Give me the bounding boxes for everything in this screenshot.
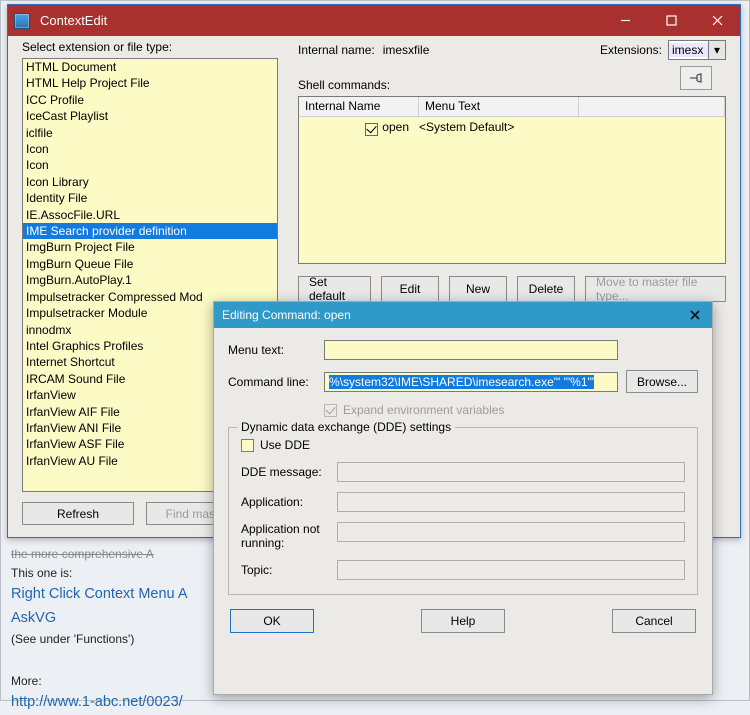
ok-button[interactable]: OK: [230, 609, 314, 633]
app-not-running-label: Application not running:: [241, 522, 337, 550]
topic-input[interactable]: [337, 560, 685, 580]
chevron-down-icon: ▾: [708, 41, 725, 59]
bg-link-1[interactable]: Right Click Context Menu A: [11, 586, 188, 602]
list-item[interactable]: IME Search provider definition: [23, 223, 277, 239]
dialog-close-button[interactable]: [686, 306, 704, 324]
dialog-titlebar[interactable]: Editing Command: open: [214, 302, 712, 328]
titlebar[interactable]: ContextEdit: [8, 5, 740, 36]
list-item[interactable]: Icon: [23, 157, 277, 173]
window-title: ContextEdit: [36, 13, 602, 28]
list-item[interactable]: ImgBurn.AutoPlay.1: [23, 272, 277, 288]
set-default-button[interactable]: Set default: [298, 276, 371, 302]
bg-link-2[interactable]: AskVG: [11, 610, 56, 626]
list-item[interactable]: ImgBurn Queue File: [23, 256, 277, 272]
table-row[interactable]: open <System Default>: [299, 117, 725, 135]
use-dde-checkbox[interactable]: [241, 439, 254, 452]
list-item[interactable]: HTML Help Project File: [23, 75, 277, 91]
editing-command-dialog: Editing Command: open Menu text: Command…: [213, 301, 713, 695]
list-item[interactable]: ICC Profile: [23, 92, 277, 108]
list-item[interactable]: ImgBurn Project File: [23, 239, 277, 255]
dde-message-label: DDE message:: [241, 465, 337, 479]
shell-commands-label: Shell commands:: [298, 78, 726, 92]
col-menu-text[interactable]: Menu Text: [419, 97, 579, 116]
list-item[interactable]: IceCast Playlist: [23, 108, 277, 124]
list-item[interactable]: iclfile: [23, 125, 277, 141]
extensions-select[interactable]: imesx ▾: [668, 40, 726, 60]
dde-groupbox: Dynamic data exchange (DDE) settings Use…: [228, 427, 698, 595]
close-button[interactable]: [694, 5, 740, 36]
command-line-label: Command line:: [228, 375, 324, 389]
list-item[interactable]: Icon Library: [23, 174, 277, 190]
dialog-title: Editing Command: open: [222, 308, 686, 322]
list-item[interactable]: Identity File: [23, 190, 277, 206]
menu-text-label: Menu text:: [228, 343, 324, 357]
expand-env-label: Expand environment variables: [343, 403, 504, 417]
application-input[interactable]: [337, 492, 685, 512]
maximize-button[interactable]: [648, 5, 694, 36]
expand-env-checkbox: [324, 404, 337, 417]
minimize-button[interactable]: [602, 5, 648, 36]
pushpin-button[interactable]: [680, 66, 712, 90]
row-menu-text: <System Default>: [419, 120, 579, 135]
refresh-button[interactable]: Refresh: [22, 502, 134, 525]
move-to-master-button[interactable]: Move to master file type...: [585, 276, 726, 302]
row-checkbox[interactable]: [365, 123, 378, 136]
dde-group-title: Dynamic data exchange (DDE) settings: [237, 420, 455, 434]
cancel-button[interactable]: Cancel: [612, 609, 696, 633]
edit-button[interactable]: Edit: [381, 276, 439, 302]
delete-button[interactable]: Delete: [517, 276, 575, 302]
list-item[interactable]: IE.AssocFile.URL: [23, 207, 277, 223]
command-line-input[interactable]: %\system32\IME\SHARED\imesearch.exe"' '"…: [324, 372, 618, 392]
row-internal-name: open: [382, 120, 409, 134]
new-button[interactable]: New: [449, 276, 507, 302]
shell-commands-table[interactable]: Internal Name Menu Text open <System Def…: [298, 96, 726, 264]
internal-name-value: imesxfile: [383, 43, 430, 57]
use-dde-label: Use DDE: [260, 438, 310, 452]
extensions-label: Extensions:: [600, 43, 662, 57]
help-button[interactable]: Help: [421, 609, 505, 633]
topic-label: Topic:: [241, 563, 337, 577]
app-icon: [14, 13, 30, 29]
list-item[interactable]: HTML Document: [23, 59, 277, 75]
application-label: Application:: [241, 495, 337, 509]
list-item[interactable]: Icon: [23, 141, 277, 157]
browse-button[interactable]: Browse...: [626, 370, 698, 393]
select-extension-label: Select extension or file type:: [22, 40, 278, 54]
col-internal-name[interactable]: Internal Name: [299, 97, 419, 116]
extensions-value: imesx: [669, 43, 708, 57]
bg-link-3[interactable]: http://www.1-abc.net/0023/: [11, 694, 183, 710]
internal-name-label: Internal name:: [298, 43, 375, 57]
app-not-running-input[interactable]: [337, 522, 685, 542]
dde-message-input[interactable]: [337, 462, 685, 482]
menu-text-input[interactable]: [324, 340, 618, 360]
